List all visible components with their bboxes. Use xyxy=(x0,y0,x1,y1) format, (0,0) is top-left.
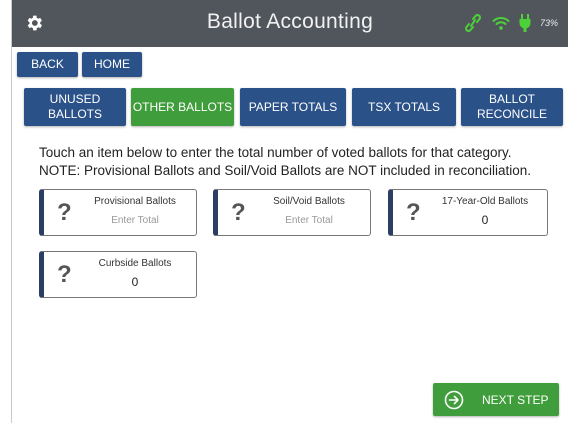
header-bar: Ballot Accounting 73% xyxy=(12,0,568,47)
curbside-ballots-card[interactable]: ? Curbside Ballots 0 xyxy=(39,251,197,298)
question-mark-icon: ? xyxy=(406,199,421,226)
card-value: 0 xyxy=(481,213,489,227)
card-value: 0 xyxy=(131,275,139,289)
seventeen-year-old-ballots-card[interactable]: ? 17-Year-Old Ballots 0 xyxy=(388,189,548,236)
power-plug-icon xyxy=(519,14,531,32)
card-label: 17-Year-Old Ballots xyxy=(441,196,529,207)
question-mark-icon: ? xyxy=(231,199,246,226)
tab-ballot-reconcile[interactable]: BALLOT RECONCILE xyxy=(461,88,563,126)
tab-other-ballots[interactable]: OTHER BALLOTS xyxy=(131,88,234,126)
battery-percentage: 73% xyxy=(539,18,558,28)
instructions-line: Touch an item below to enter the total n… xyxy=(39,145,512,160)
arrow-right-circle-icon xyxy=(444,390,464,409)
question-mark-icon: ? xyxy=(57,261,72,288)
provisional-ballots-card[interactable]: ? Provisional Ballots Enter Total xyxy=(39,189,197,236)
card-label: Curbside Ballots xyxy=(98,258,172,269)
tab-unused-ballots[interactable]: UNUSED BALLOTS xyxy=(24,88,126,126)
wifi-icon xyxy=(492,17,510,30)
instructions: Touch an item below to enter the total n… xyxy=(39,144,531,180)
soil-void-ballots-card[interactable]: ? Soil/Void Ballots Enter Total xyxy=(213,189,371,236)
tab-tsx-totals[interactable]: TSX TOTALS xyxy=(352,88,456,126)
app-frame: Ballot Accounting 73% BACK HOME UNUSED B… xyxy=(11,0,568,423)
home-button[interactable]: HOME xyxy=(82,52,142,77)
status-area: 73% xyxy=(463,13,558,33)
next-step-label: NEXT STEP xyxy=(482,392,549,407)
card-label: Soil/Void Ballots xyxy=(273,196,345,207)
card-value: Enter Total xyxy=(111,215,159,226)
card-value: Enter Total xyxy=(285,215,333,226)
question-mark-icon: ? xyxy=(57,199,72,226)
tab-paper-totals[interactable]: PAPER TOTALS xyxy=(240,88,346,126)
link-icon xyxy=(465,14,481,32)
card-label: Provisional Ballots xyxy=(94,196,176,207)
instructions-note: NOTE: Provisional Ballots and Soil/Void … xyxy=(39,163,531,178)
next-step-button[interactable]: NEXT STEP xyxy=(433,383,559,416)
back-button[interactable]: BACK xyxy=(17,52,78,77)
